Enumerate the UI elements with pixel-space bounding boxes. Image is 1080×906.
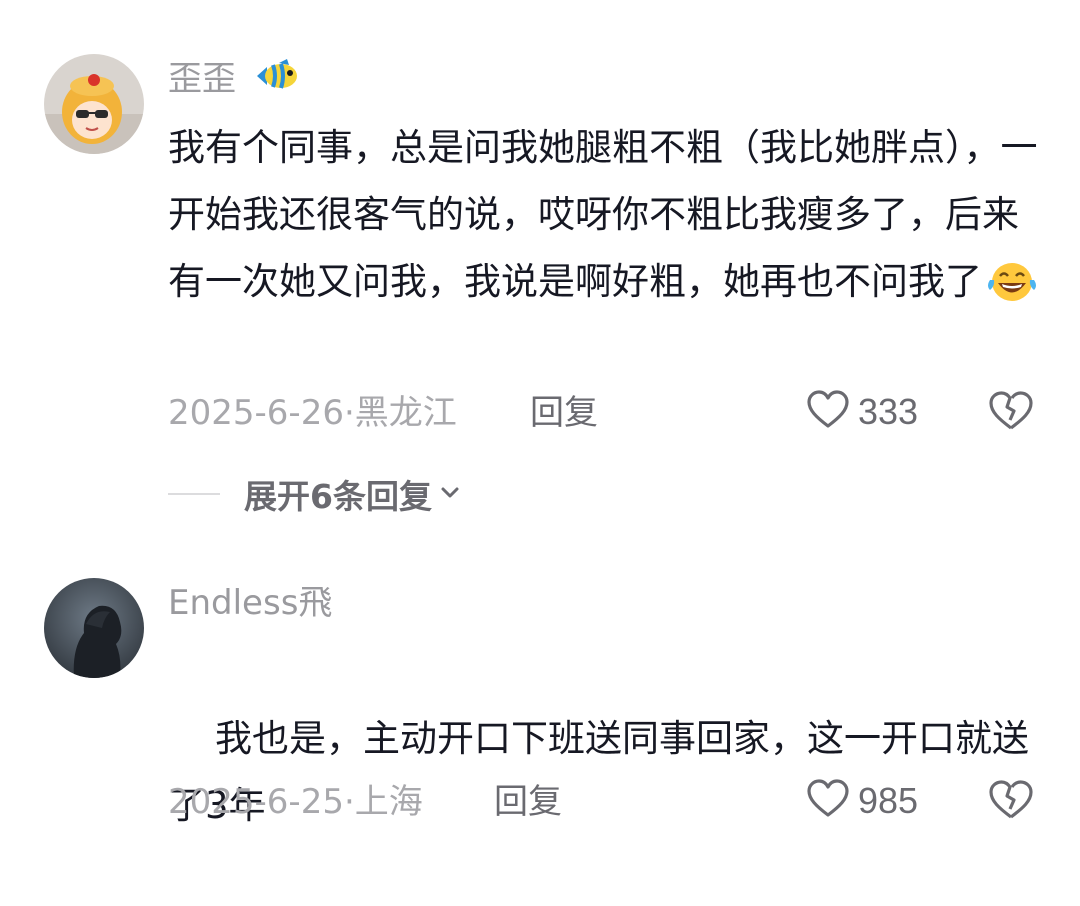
- comment-date: 2025-6-25: [168, 782, 344, 822]
- dislike-button[interactable]: [988, 390, 1034, 436]
- comment-text: 我有个同事，总是问我她腿粗不粗（我比她胖点），一开始我还很客气的说，哎呀你不粗比…: [168, 114, 1048, 325]
- meta-separator: ·: [343, 782, 355, 822]
- avatar[interactable]: [44, 54, 144, 154]
- heart-icon[interactable]: [806, 390, 850, 434]
- broken-heart-icon[interactable]: [988, 780, 1034, 825]
- comment-location: 上海: [354, 782, 423, 822]
- comment-date: 2025-6-26: [168, 393, 344, 433]
- comment-body: 我有个同事，总是问我她腿粗不粗（我比她胖点），一开始我还很客气的说，哎呀你不粗比…: [168, 126, 1038, 303]
- username[interactable]: 歪歪: [168, 59, 301, 102]
- broken-heart-icon[interactable]: [988, 391, 1034, 436]
- dislike-button[interactable]: [988, 779, 1034, 825]
- fish-emoji-icon: [253, 59, 301, 102]
- comment-item: 歪歪 我有个同事，总是问我她腿粗不粗（我比她胖点），一开始我还很客气的说，哎呀你…: [0, 0, 1080, 540]
- avatar[interactable]: [44, 578, 144, 678]
- expand-replies[interactable]: 展开6条回复: [168, 470, 460, 518]
- divider-line: [168, 493, 220, 495]
- comment-meta: 2025-6-26·黑龙江: [168, 393, 457, 433]
- reply-button[interactable]: 回复: [530, 393, 598, 433]
- like-count: 985: [858, 780, 919, 821]
- reply-button[interactable]: 回复: [494, 782, 562, 822]
- comment-meta: 2025-6-25·上海: [168, 782, 423, 822]
- chevron-down-icon[interactable]: [440, 485, 460, 504]
- laughing-tears-emoji-icon: [986, 258, 1038, 325]
- username-text[interactable]: Endless飛: [168, 583, 332, 623]
- expand-replies-label[interactable]: 展开6条回复: [244, 470, 432, 518]
- comment-item: Endless飛 我也是，主动开口下班送同事回家，这一开口就送了3年 2025-…: [0, 540, 1080, 844]
- heart-icon[interactable]: [806, 779, 850, 823]
- comment-location: 黑龙江: [354, 393, 457, 433]
- like-button[interactable]: 333: [806, 390, 918, 434]
- username-text[interactable]: 歪歪: [168, 59, 236, 99]
- like-count: 333: [858, 391, 919, 432]
- like-button[interactable]: 985: [806, 779, 918, 823]
- comment-text: 我也是，主动开口下班送同事回家，这一开口就送了3年: [168, 638, 1048, 906]
- username[interactable]: Endless飛: [168, 583, 332, 623]
- meta-separator: ·: [343, 393, 355, 433]
